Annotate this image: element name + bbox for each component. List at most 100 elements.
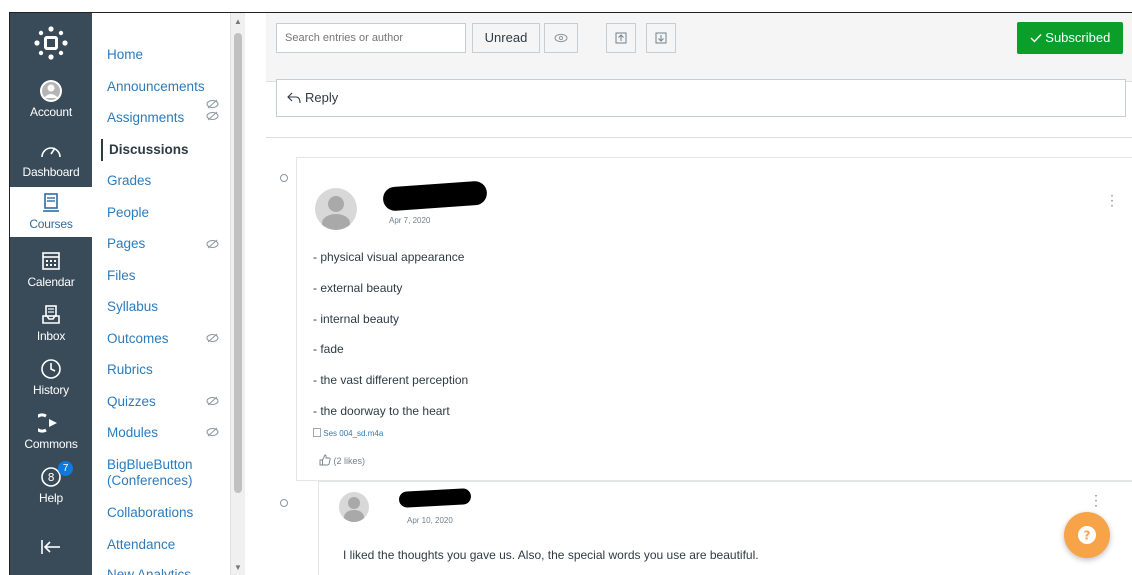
hidden-eye-icon (206, 396, 219, 406)
scroll-down-arrow-icon[interactable]: ▼ (234, 563, 242, 572)
subscribed-button[interactable]: Subscribed (1017, 22, 1123, 54)
redacted-author-name (398, 488, 472, 508)
svg-text:8: 8 (48, 471, 55, 484)
inbox-icon (42, 305, 60, 324)
scrollbar-thumb[interactable] (234, 33, 242, 493)
global-nav-label: Commons (24, 437, 78, 451)
hidden-eye-icon (206, 333, 219, 343)
checkmark-icon (1030, 34, 1042, 43)
course-nav-pages[interactable]: Pages (107, 236, 145, 251)
svg-text:?: ? (1084, 529, 1091, 543)
eye-icon (554, 33, 568, 43)
author-avatar[interactable] (339, 492, 369, 522)
dashboard-icon (41, 147, 61, 158)
thumbs-up-icon (319, 454, 331, 466)
like-button[interactable]: (2 likes) (319, 454, 365, 466)
calendar-icon (42, 252, 60, 270)
expand-down-icon (655, 32, 667, 44)
toolbar-divider (266, 137, 1132, 138)
discussion-reply: Apr 10, 2020 ⋮ I liked the thoughts you … (318, 481, 1132, 575)
reply-label: Reply (305, 90, 339, 105)
course-nav-people[interactable]: People (107, 205, 149, 220)
course-nav-home[interactable]: Home (107, 47, 143, 62)
course-nav-bigbluebutton[interactable]: BigBlueButton (Conferences) (107, 457, 217, 489)
history-clock-icon (41, 359, 61, 379)
collapse-up-icon (615, 32, 627, 44)
course-nav-discussions[interactable]: Discussions (101, 139, 189, 161)
course-nav-scrollbar[interactable]: ▲ ▼ (230, 13, 245, 575)
post-text-line: - internal beauty (313, 312, 400, 326)
canvas-logo-icon[interactable] (31, 23, 71, 63)
hidden-eye-icon (206, 99, 219, 109)
course-nav-modules[interactable]: Modules (107, 425, 158, 440)
hidden-eye-icon (206, 427, 219, 437)
question-bubble-icon: ? (1078, 526, 1096, 544)
post-date: Apr 10, 2020 (407, 516, 453, 525)
likes-count: (2 likes) (333, 456, 366, 466)
collapse-replies-button[interactable] (606, 23, 636, 53)
global-nav-commons[interactable]: Commons (10, 411, 92, 451)
global-nav-help[interactable]: 8 7 Help (10, 461, 92, 505)
discussion-entry: Apr 7, 2020 ⋮ - physical visual appearan… (296, 157, 1132, 481)
scroll-up-arrow-icon[interactable]: ▲ (234, 17, 242, 26)
global-nav-account[interactable]: Account (10, 79, 92, 119)
reply-arrow-icon (287, 92, 301, 104)
global-nav: Account Dashboard Courses Calendar Inbox… (10, 13, 92, 575)
attachment-filename: Ses 004_sd.m4a (323, 429, 384, 438)
author-avatar[interactable] (315, 188, 357, 230)
post-text-line: - the vast different perception (313, 373, 469, 387)
course-nav-attendance[interactable]: Attendance (107, 537, 175, 552)
unread-filter-button[interactable]: Unread (472, 23, 540, 53)
help-notification-badge: 7 (58, 461, 73, 476)
subscribed-label: Subscribed (1045, 30, 1111, 45)
file-icon (313, 428, 321, 437)
eye-toggle-button[interactable] (544, 23, 578, 53)
search-entries-input[interactable] (276, 23, 466, 53)
course-nav-rubrics[interactable]: Rubrics (107, 362, 153, 377)
course-nav-collaborations[interactable]: Collaborations (107, 505, 193, 520)
course-nav-assignments[interactable]: Assignments (107, 110, 184, 125)
collapse-nav-icon[interactable] (39, 537, 63, 557)
courses-icon (43, 193, 59, 212)
post-text-line: - external beauty (313, 281, 403, 295)
discussion-main: Unread Subscribed Reply (266, 13, 1132, 575)
post-text-line: - physical visual appearance (313, 250, 465, 264)
expand-replies-button[interactable] (646, 23, 676, 53)
post-options-kebab-icon[interactable]: ⋮ (1089, 492, 1103, 509)
hidden-eye-icon (206, 239, 219, 249)
post-options-kebab-icon[interactable]: ⋮ (1105, 192, 1119, 209)
course-nav-announcements[interactable]: Announcements (107, 79, 205, 94)
post-text-line: - the doorway to the heart (313, 404, 450, 418)
course-nav-outcomes[interactable]: Outcomes (107, 331, 169, 346)
global-nav-label: History (33, 383, 69, 397)
global-nav-calendar[interactable]: Calendar (10, 249, 92, 289)
help-float-button[interactable]: ? (1064, 512, 1110, 558)
global-nav-label: Account (30, 105, 72, 119)
course-nav-files[interactable]: Files (107, 268, 136, 283)
post-text-line: - fade (313, 342, 344, 356)
global-nav-label: Inbox (36, 329, 66, 343)
post-unread-indicator[interactable] (280, 499, 288, 507)
global-nav-label: Help (39, 491, 63, 505)
global-nav-label: Dashboard (22, 165, 80, 179)
course-nav-grades[interactable]: Grades (107, 173, 151, 188)
commons-arrow-icon (38, 413, 57, 433)
global-nav-courses[interactable]: Courses (10, 187, 92, 237)
reply-button[interactable]: Reply (276, 79, 1126, 117)
attachment-link[interactable]: Ses 004_sd.m4a (313, 428, 383, 438)
global-nav-inbox[interactable]: Inbox (10, 303, 92, 343)
global-nav-history[interactable]: History (10, 357, 92, 397)
course-nav: Home Announcements Assignments Discussio… (92, 13, 230, 575)
post-date: Apr 7, 2020 (389, 216, 431, 225)
course-nav-quizzes[interactable]: Quizzes (107, 394, 156, 409)
reply-body-text: I liked the thoughts you gave us. Also, … (343, 548, 759, 562)
global-nav-label: Calendar (27, 275, 75, 289)
hidden-eye-icon (206, 111, 219, 121)
global-nav-dashboard[interactable]: Dashboard (10, 139, 92, 179)
account-avatar-icon (40, 80, 62, 102)
redacted-author-name (382, 180, 488, 212)
global-nav-label: Courses (29, 217, 73, 231)
post-unread-indicator[interactable] (280, 174, 288, 182)
course-nav-syllabus[interactable]: Syllabus (107, 299, 158, 314)
app-frame: Account Dashboard Courses Calendar Inbox… (9, 12, 1132, 575)
